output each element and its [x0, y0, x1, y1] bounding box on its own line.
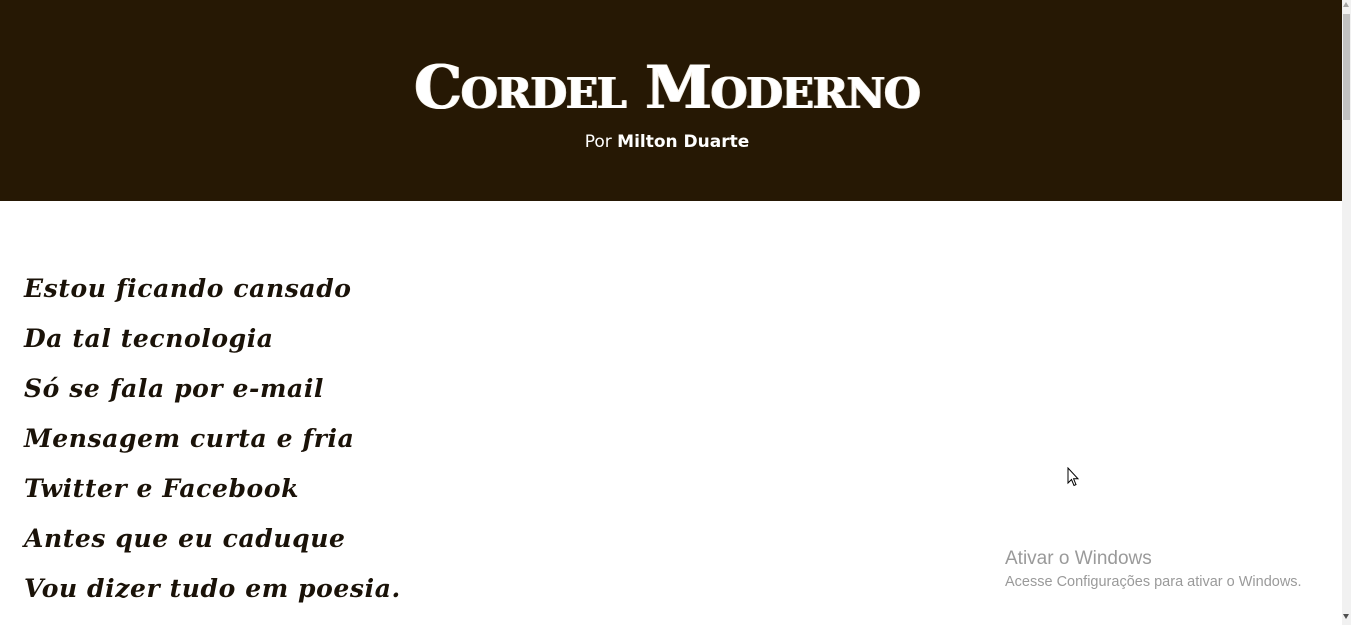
byline-prefix: Por — [584, 132, 612, 152]
poem-line: Da tal tecnologia — [24, 324, 274, 353]
byline: Por Milton Duarte — [0, 131, 1334, 153]
watermark-title: Ativar o Windows — [1005, 548, 1152, 569]
poem-line: Só se fala por e-mail — [24, 374, 325, 403]
vertical-scrollbar[interactable] — [1342, 0, 1351, 625]
watermark-subtitle: Acesse Configurações para ativar o Windo… — [1005, 574, 1302, 590]
poem-line: Mensagem curta e fria — [24, 424, 355, 453]
poem-stanza: Estou ficando cansado Da tal tecnologia … — [24, 266, 401, 616]
byline-author: Milton Duarte — [617, 132, 750, 152]
site-title: Cordel Moderno — [414, 53, 920, 123]
poem-line: Twitter e Facebook — [24, 474, 300, 503]
scrollbar-thumb[interactable] — [1343, 14, 1350, 120]
windows-activation-watermark: Ativar o Windows Acesse Configurações pa… — [1005, 547, 1302, 593]
page: Cordel Moderno Por Milton Duarte Estou f… — [0, 0, 1351, 625]
arrow-cursor-icon — [1067, 467, 1079, 487]
poem-line: Antes que eu caduque — [24, 524, 346, 553]
scroll-down-arrow-icon[interactable] — [1343, 614, 1349, 619]
site-header: Cordel Moderno Por Milton Duarte — [0, 0, 1342, 201]
scroll-up-arrow-icon[interactable] — [1343, 2, 1349, 7]
poem-line: Vou dizer tudo em poesia. — [24, 574, 401, 603]
poem-line: Estou ficando cansado — [24, 274, 352, 303]
